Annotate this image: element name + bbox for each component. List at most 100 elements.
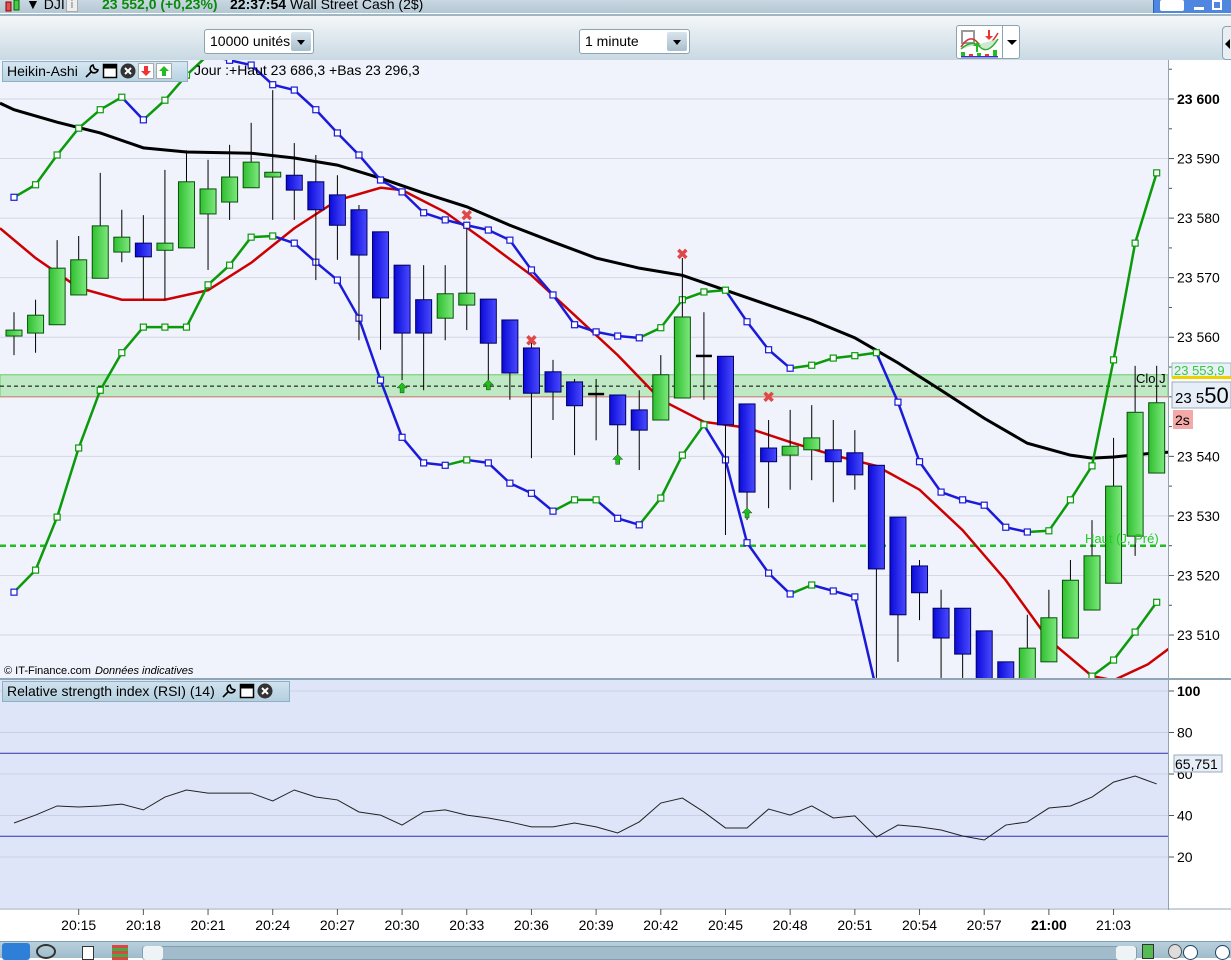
candle-body bbox=[459, 293, 475, 305]
lower-band-marker bbox=[1132, 629, 1138, 635]
candle-body bbox=[567, 382, 583, 406]
symbol-dropdown[interactable]: ▼ DJI bbox=[26, 0, 65, 12]
upper-band-marker bbox=[981, 502, 987, 508]
current-price-prefix: 23 5 bbox=[1175, 390, 1204, 407]
lower-band-marker bbox=[744, 540, 750, 546]
zoom-fit-icon[interactable] bbox=[1142, 944, 1154, 959]
quantity-select[interactable]: 10000 unités bbox=[204, 29, 314, 54]
upper-band-marker bbox=[119, 94, 125, 100]
lower-band-marker bbox=[248, 234, 254, 240]
lower-band-marker bbox=[464, 457, 470, 463]
lower-band-marker bbox=[291, 240, 297, 246]
lower-band-marker bbox=[679, 452, 685, 458]
upper-band-marker bbox=[162, 97, 168, 103]
lower-band-marker bbox=[787, 591, 793, 597]
draw-tool-icon[interactable] bbox=[2, 943, 30, 960]
upper-band-marker bbox=[550, 292, 556, 298]
candle-body bbox=[739, 404, 755, 492]
lower-band-marker bbox=[1111, 657, 1117, 663]
timeframe-value: 1 minute bbox=[585, 33, 639, 49]
candle-body bbox=[135, 243, 151, 257]
lower-band-marker bbox=[658, 495, 664, 501]
upper-band-marker bbox=[895, 399, 901, 405]
candle-body bbox=[71, 260, 87, 295]
lower-band-marker bbox=[205, 282, 211, 288]
time-tick-label: 20:24 bbox=[255, 917, 290, 933]
chart-area[interactable]: 23 51023 52023 53023 54023 55023 56023 5… bbox=[0, 60, 1231, 941]
lower-band-marker bbox=[766, 570, 772, 576]
rsi-tick-label: 20 bbox=[1177, 849, 1193, 865]
upper-band-marker bbox=[291, 87, 297, 93]
close-icon[interactable] bbox=[257, 683, 273, 699]
lower-band-marker bbox=[33, 567, 39, 573]
candle-body bbox=[1084, 556, 1100, 610]
lower-band-marker bbox=[270, 233, 276, 239]
upper-band-marker bbox=[960, 497, 966, 503]
candle-body bbox=[480, 299, 496, 343]
price-tick-label: 23 510 bbox=[1177, 627, 1220, 643]
lower-band-marker bbox=[528, 490, 534, 496]
lower-band-marker bbox=[334, 277, 340, 283]
rsi-tick-label: 100 bbox=[1177, 683, 1201, 699]
lower-band-marker bbox=[809, 582, 815, 588]
upper-band-marker bbox=[528, 267, 534, 273]
upper-band-marker bbox=[701, 289, 707, 295]
time-tick-label: 20:21 bbox=[191, 917, 226, 933]
upper-band-marker bbox=[33, 182, 39, 188]
upper-band-marker bbox=[1111, 357, 1117, 363]
collapse-panel-button[interactable] bbox=[1222, 26, 1231, 60]
close-icon[interactable] bbox=[120, 63, 136, 79]
wrench-icon[interactable] bbox=[84, 63, 100, 79]
lower-band-marker bbox=[119, 350, 125, 356]
indicator-legend[interactable]: Heikin-Ashi bbox=[2, 61, 188, 82]
magnifier-icon[interactable] bbox=[1168, 944, 1182, 959]
wrench-icon[interactable] bbox=[221, 683, 237, 699]
upper-band-marker bbox=[722, 287, 728, 293]
minimize-button[interactable] bbox=[1194, 7, 1204, 10]
chevron-down-icon[interactable] bbox=[291, 32, 311, 51]
chevron-down-icon[interactable] bbox=[667, 32, 687, 51]
candle-body bbox=[265, 172, 281, 177]
candle-body bbox=[631, 410, 647, 430]
candle-body bbox=[437, 294, 453, 318]
upper-band-marker bbox=[1067, 497, 1073, 503]
time-tick-label: 20:33 bbox=[449, 917, 484, 933]
candle-body bbox=[890, 517, 906, 615]
candle-body bbox=[394, 265, 410, 333]
rsi-legend[interactable]: Relative strength index (RSI) (14) bbox=[2, 681, 290, 702]
timeframe-select[interactable]: 1 minute bbox=[579, 29, 690, 54]
window-icon[interactable] bbox=[239, 683, 255, 699]
chart-type-icon[interactable] bbox=[36, 944, 56, 959]
indicators-icon bbox=[958, 27, 1002, 59]
quantity-value: 10000 unités bbox=[210, 33, 290, 49]
upper-band-marker bbox=[270, 82, 276, 88]
candle-body bbox=[847, 453, 863, 475]
candlestick-icon[interactable] bbox=[4, 0, 22, 13]
candle-body bbox=[610, 395, 626, 425]
indicators-button[interactable] bbox=[956, 25, 1020, 59]
info-icon[interactable]: i bbox=[66, 0, 78, 12]
candle-body bbox=[243, 162, 259, 188]
lower-band-marker bbox=[636, 522, 642, 528]
chevron-down-icon[interactable] bbox=[1007, 40, 1017, 45]
time-tick-label: 20:27 bbox=[320, 917, 355, 933]
main-panel[interactable] bbox=[0, 60, 1168, 678]
move-down-icon[interactable] bbox=[138, 63, 154, 79]
upper-band-marker bbox=[464, 222, 470, 228]
upper-band-marker bbox=[399, 189, 405, 195]
candle-body bbox=[545, 372, 561, 392]
keyboard-icon[interactable] bbox=[1160, 0, 1184, 11]
window-icon[interactable] bbox=[102, 63, 118, 79]
upper-band-marker bbox=[11, 194, 17, 200]
lower-band-marker bbox=[593, 497, 599, 503]
upper-band-marker bbox=[873, 350, 879, 356]
move-up-icon[interactable] bbox=[156, 63, 172, 79]
rsi-axis[interactable] bbox=[1169, 680, 1231, 908]
close-day-label: Clo J bbox=[1136, 371, 1166, 386]
maximize-button[interactable] bbox=[1212, 0, 1222, 10]
upper-band-marker bbox=[636, 335, 642, 341]
upper-band-marker bbox=[830, 355, 836, 361]
upper-band-marker bbox=[787, 365, 793, 371]
candle-body bbox=[912, 566, 928, 593]
candle-body bbox=[351, 210, 367, 255]
